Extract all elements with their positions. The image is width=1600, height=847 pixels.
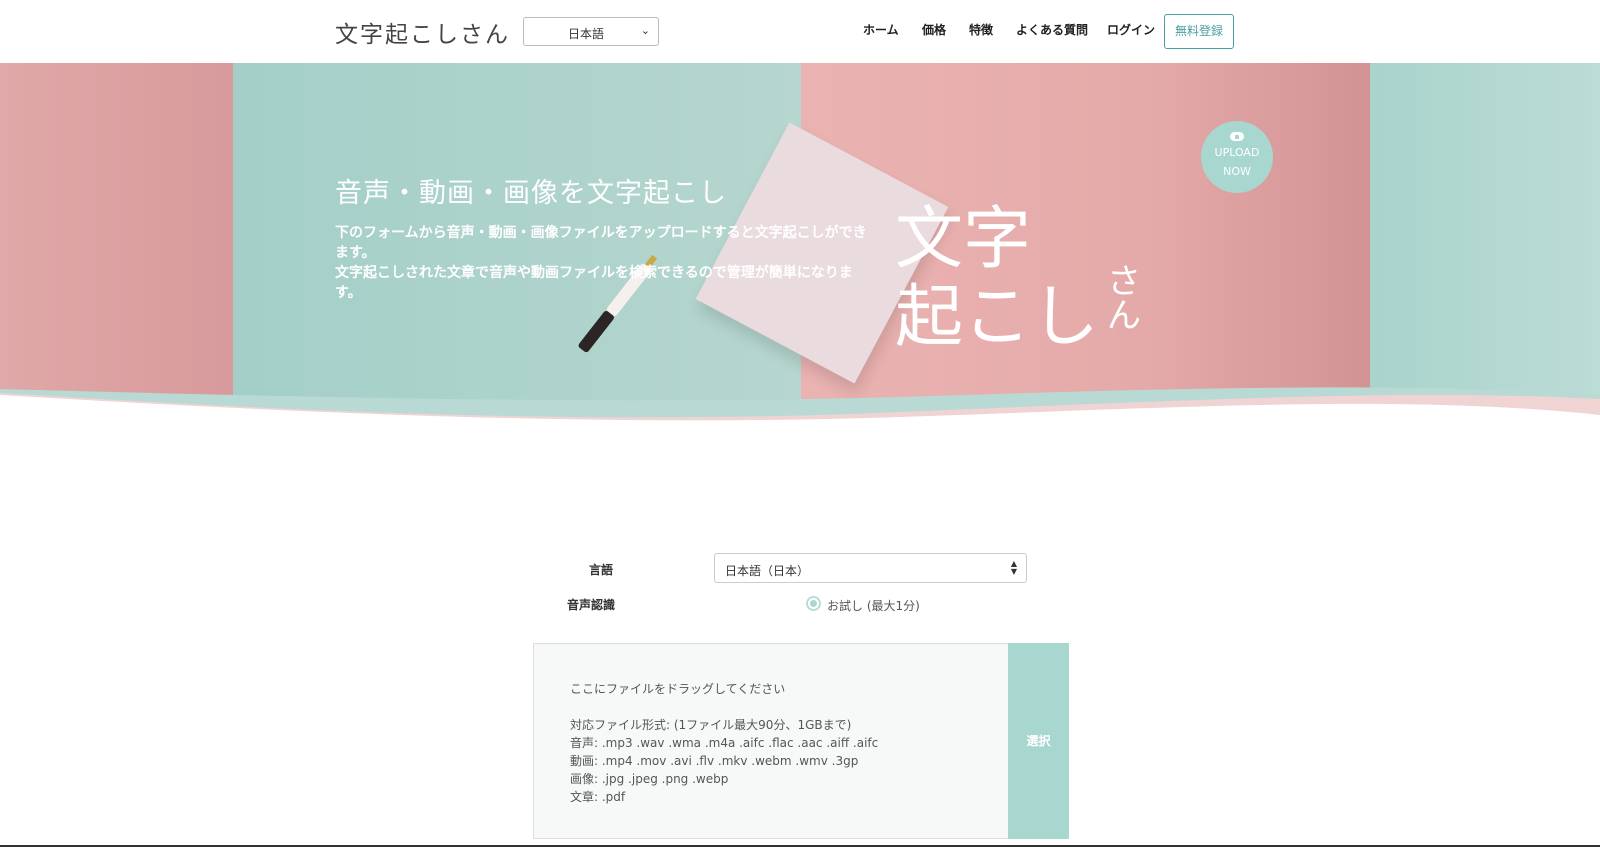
site-logo[interactable]: 文字起こしさん bbox=[335, 15, 510, 49]
hero-description: 下のフォームから音声・動画・画像ファイルをアップロードすると文字起こしができます… bbox=[335, 223, 870, 303]
language-dropdown-value: 日本語 bbox=[568, 27, 605, 41]
nav-login[interactable]: ログイン bbox=[1107, 21, 1155, 38]
transcription-language-value: 日本語（日本） bbox=[725, 564, 810, 578]
site-header: 文字起こしさん 日本語 ⌄ ホーム 価格 特徴 よくある質問 ログイン 無料登録 bbox=[0, 0, 1600, 63]
trial-radio[interactable] bbox=[806, 596, 821, 611]
hero-title: 音声・動画・画像を文字起こし bbox=[335, 178, 727, 209]
hero-wave-divider bbox=[0, 387, 1600, 435]
transcription-language-select[interactable]: 日本語（日本） ▲ ▼ bbox=[714, 553, 1027, 583]
drag-instruction: ここにファイルをドラッグしてください bbox=[570, 682, 786, 696]
document-formats: 文章: .pdf bbox=[570, 790, 626, 804]
nav-features[interactable]: 特徴 bbox=[969, 21, 993, 38]
hero-panel-teal-right bbox=[1370, 63, 1600, 423]
upload-now-label-line1: UPLOAD bbox=[1214, 146, 1260, 159]
image-formats: 画像: .jpg .jpeg .png .webp bbox=[570, 772, 729, 786]
hero-panel-pink-left bbox=[0, 63, 233, 423]
upload-now-label-line2: NOW bbox=[1223, 165, 1251, 178]
hero-logo-suffix: さん bbox=[1107, 262, 1141, 336]
hero-description-line2: 文字起こしされた文章で音声や動画ファイルを検索できるので管理が簡単になります。 bbox=[335, 265, 853, 301]
dropzone-text: ここにファイルをドラッグしてください 対応ファイル形式: (1ファイル最大90分… bbox=[570, 680, 878, 806]
video-formats: 動画: .mp4 .mov .avi .flv .mkv .webm .wmv … bbox=[570, 754, 859, 768]
hero-description-line1: 下のフォームから音声・動画・画像ファイルをアップロードすると文字起こしができます… bbox=[335, 225, 867, 261]
language-dropdown[interactable]: 日本語 ⌄ bbox=[523, 17, 659, 46]
file-dropzone[interactable]: ここにファイルをドラッグしてください 対応ファイル形式: (1ファイル最大90分… bbox=[533, 643, 1069, 839]
nav-home[interactable]: ホーム bbox=[863, 21, 899, 38]
language-label: 言語 bbox=[589, 563, 614, 577]
hero-banner: 音声・動画・画像を文字起こし 下のフォームから音声・動画・画像ファイルをアップロ… bbox=[0, 63, 1600, 423]
cloud-upload-icon bbox=[1230, 132, 1244, 141]
select-arrows-icon: ▲ ▼ bbox=[1010, 559, 1017, 576]
signup-button[interactable]: 無料登録 bbox=[1164, 14, 1234, 49]
nav-faq[interactable]: よくある質問 bbox=[1016, 21, 1088, 38]
select-file-button[interactable]: 選択 bbox=[1008, 643, 1069, 839]
audio-formats: 音声: .mp3 .wav .wma .m4a .aifc .flac .aac… bbox=[570, 736, 879, 750]
speech-recognition-label: 音声認識 bbox=[567, 598, 616, 612]
upload-now-button[interactable]: UPLOAD NOW bbox=[1201, 121, 1273, 193]
trial-radio-label[interactable]: お試し (最大1分) bbox=[827, 597, 920, 614]
nav-price[interactable]: 価格 bbox=[922, 21, 946, 38]
hero-logo-line2: 起こし bbox=[895, 278, 1100, 357]
formats-title: 対応ファイル形式: (1ファイル最大90分、1GBまで) bbox=[570, 718, 852, 732]
chevron-down-icon: ⌄ bbox=[640, 24, 650, 37]
